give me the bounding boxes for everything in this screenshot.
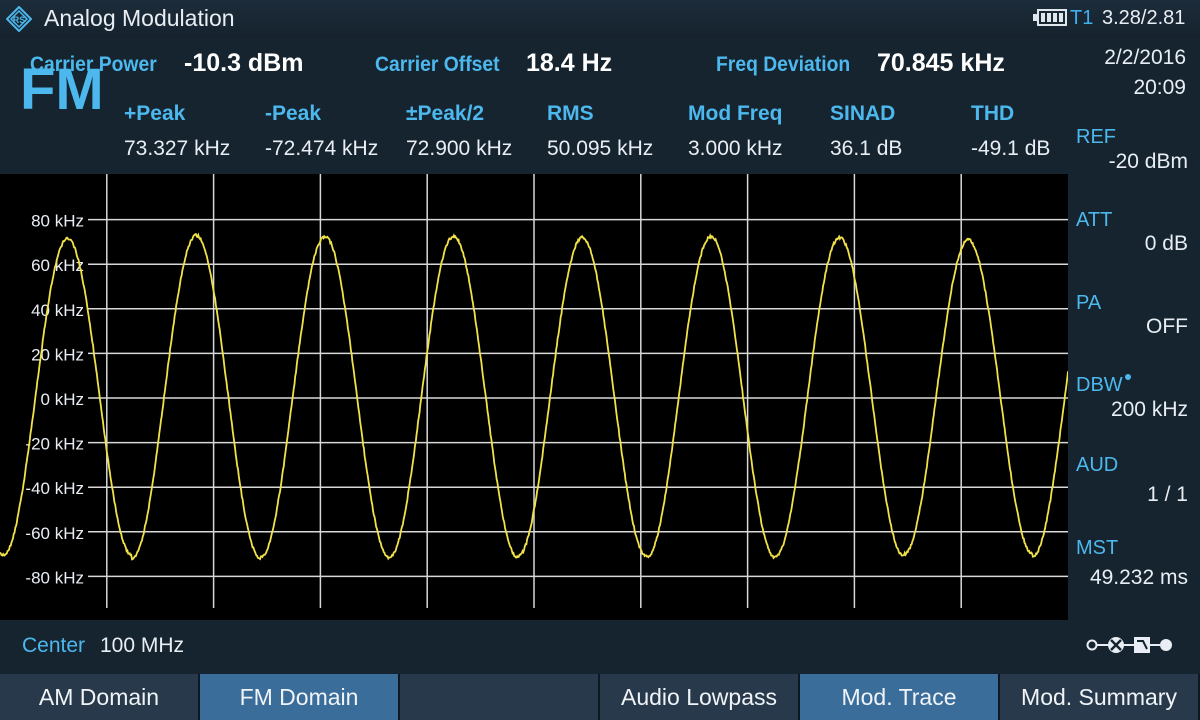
softkey-bar: AM Domain FM Domain Audio Lowpass Mod. T… (0, 674, 1200, 720)
result-label-thd: THD (971, 102, 1014, 126)
softkey-mod-summary[interactable]: Mod. Summary (1000, 674, 1200, 720)
mst-label[interactable]: MST (1076, 537, 1118, 560)
result-value-peak-half: 72.900 kHz (406, 137, 512, 161)
freq-deviation-label: Freq Deviation (716, 53, 850, 77)
app-title: Analog Modulation (44, 5, 235, 32)
time-display: 20:09 (1133, 76, 1186, 100)
battery-icon (1037, 9, 1067, 26)
firmware-version: 3.28/2.81 (1102, 7, 1185, 30)
modulation-trace-plot[interactable]: 80 kHz 60 kHz 40 kHz 20 kHz 0 kHz -20 kHz -40 … (0, 174, 1068, 620)
settings-panel: 2/2/2016 20:09 REF -20 dBm ATT 0 dB PA O… (1068, 38, 1200, 674)
dbw-value[interactable]: 200 kHz (1111, 398, 1188, 422)
center-frequency-row[interactable]: Center 100 MHz (0, 620, 1068, 674)
y-tick-label: 20 kHz (31, 345, 84, 364)
y-tick-label: 40 kHz (31, 301, 84, 320)
dbw-label[interactable]: DBW (1076, 374, 1123, 397)
result-label-peak-half: ±Peak/2 (406, 102, 484, 126)
result-value-peak-minus: -72.474 kHz (265, 137, 378, 161)
carrier-power-value: -10.3 dBm (184, 49, 303, 78)
result-label-peak-plus: +Peak (124, 102, 185, 126)
pa-label[interactable]: PA (1076, 292, 1101, 315)
att-label[interactable]: ATT (1076, 209, 1112, 232)
softkey-empty[interactable] (400, 674, 600, 720)
softkey-fm-domain[interactable]: FM Domain (200, 674, 400, 720)
result-value-mod-freq: 3.000 kHz (688, 137, 783, 161)
carrier-offset-label: Carrier Offset (375, 53, 500, 77)
mst-value[interactable]: 49.232 ms (1090, 566, 1188, 590)
ref-label[interactable]: REF (1076, 126, 1116, 149)
pa-value[interactable]: OFF (1146, 315, 1188, 339)
att-value[interactable]: 0 dB (1145, 232, 1188, 256)
softkey-am-domain[interactable]: AM Domain (0, 674, 200, 720)
signal-path-icon (1086, 634, 1190, 656)
result-value-sinad: 36.1 dB (830, 137, 902, 161)
y-tick-label: -60 kHz (25, 524, 84, 543)
result-value-peak-plus: 73.327 kHz (124, 137, 230, 161)
result-value-thd: -49.1 dB (971, 137, 1050, 161)
date-display: 2/2/2016 (1104, 46, 1186, 70)
result-value-rms: 50.095 kHz (547, 137, 653, 161)
modulation-type: FM (20, 56, 104, 123)
rs-diamond-logo-icon: RS (6, 6, 32, 32)
result-label-peak-minus: -Peak (265, 102, 321, 126)
result-label-mod-freq: Mod Freq (688, 102, 783, 126)
freq-deviation-value: 70.845 kHz (877, 49, 1005, 78)
carrier-offset-value: 18.4 Hz (526, 49, 612, 78)
softkey-mod-trace[interactable]: Mod. Trace (800, 674, 1000, 720)
y-tick-label: 0 kHz (41, 390, 84, 409)
ref-value[interactable]: -20 dBm (1109, 150, 1188, 174)
aud-value[interactable]: 1 / 1 (1147, 483, 1188, 507)
dbw-indicator-dot (1125, 374, 1131, 380)
title-bar: RS Analog Modulation T1 3.28/2.81 (0, 0, 1200, 38)
trace-indicator: T1 (1070, 7, 1093, 30)
result-label-sinad: SINAD (830, 102, 895, 126)
aud-label[interactable]: AUD (1076, 454, 1118, 477)
result-label-rms: RMS (547, 102, 594, 126)
center-value[interactable]: 100 MHz (100, 634, 184, 658)
y-tick-label: 80 kHz (31, 212, 84, 231)
center-label: Center (22, 634, 85, 658)
trace-chart: 80 kHz60 kHz40 kHz20 kHz0 kHz-20 kHz-40 … (0, 174, 1068, 620)
softkey-audio-lowpass[interactable]: Audio Lowpass (600, 674, 800, 720)
y-tick-label: -80 kHz (25, 568, 84, 587)
y-tick-label: -20 kHz (25, 435, 84, 454)
y-tick-label: -40 kHz (25, 479, 84, 498)
svg-text:RS: RS (13, 15, 26, 25)
